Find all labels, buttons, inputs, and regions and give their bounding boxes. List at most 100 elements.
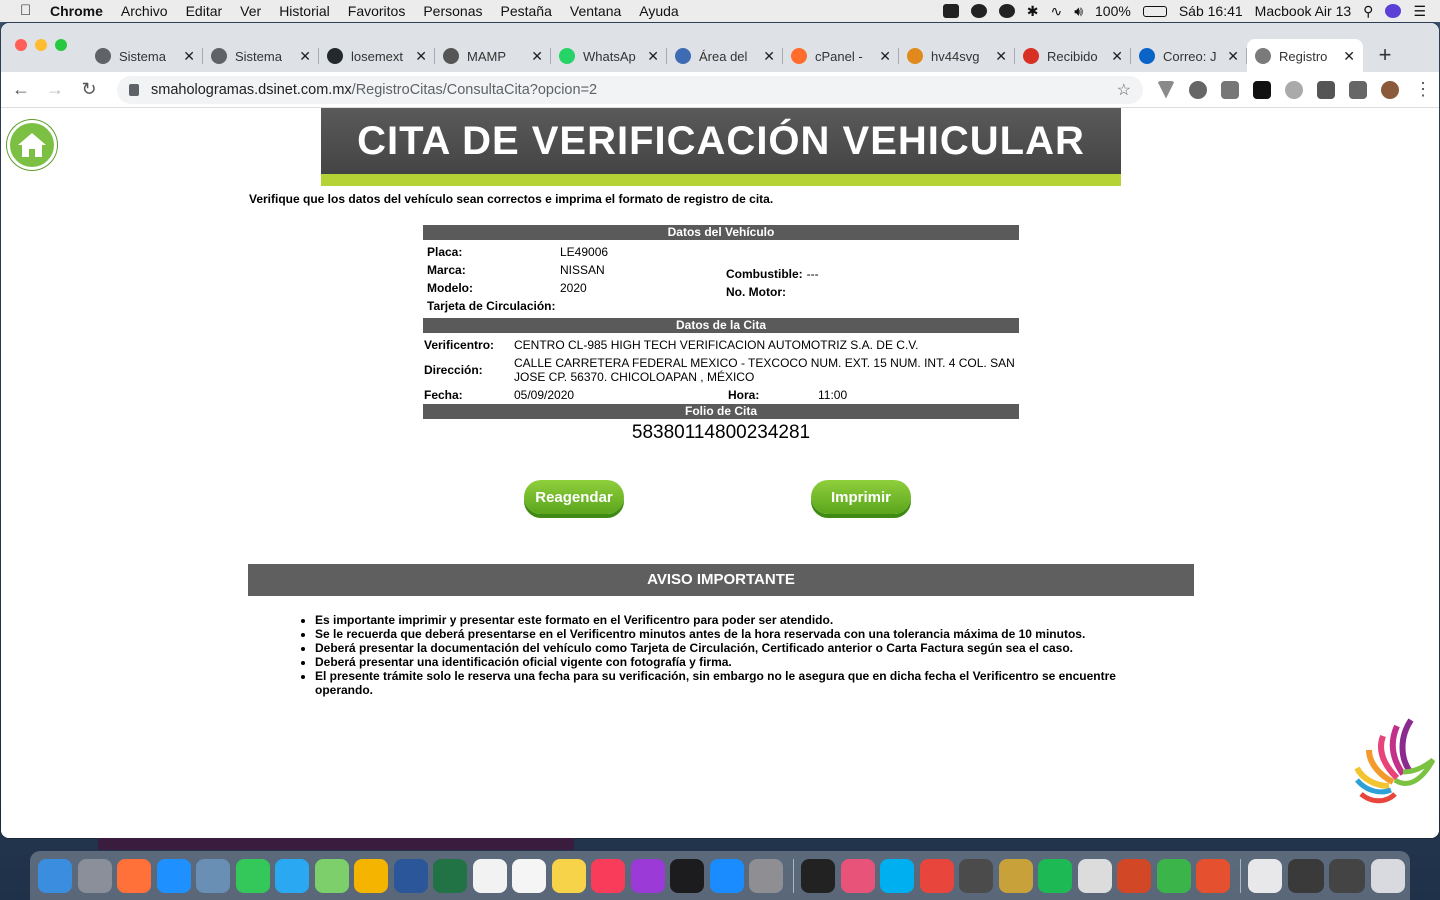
browser-tab[interactable]: MAMP ✕ — [435, 39, 551, 73]
podcasts-icon[interactable] — [630, 858, 665, 893]
menu-ayuda[interactable]: Ayuda — [639, 3, 678, 19]
finder-icon[interactable] — [38, 858, 72, 893]
close-tab-icon[interactable]: ✕ — [763, 48, 775, 65]
apple-icon[interactable]:  — [20, 3, 36, 19]
preview-icon[interactable] — [196, 858, 230, 893]
system-preferences-icon[interactable] — [749, 858, 783, 893]
browser-tab[interactable]: losemext ✕ — [319, 39, 435, 73]
utorrent-icon[interactable] — [1156, 858, 1191, 893]
spotify-icon[interactable] — [1038, 858, 1072, 893]
menu-personas[interactable]: Personas — [423, 3, 482, 19]
volume-icon[interactable]: 🔊︎ — [1074, 3, 1083, 20]
downloads-stack-icon[interactable] — [1248, 858, 1282, 893]
extension-circle-icon[interactable] — [1189, 80, 1207, 99]
status-app-icon[interactable] — [942, 4, 959, 18]
menu-archivo[interactable]: Archivo — [121, 3, 168, 19]
skype-icon[interactable] — [880, 858, 914, 893]
clock[interactable]: Sáb 16:41 — [1179, 3, 1243, 19]
close-tab-icon[interactable]: ✕ — [995, 48, 1007, 65]
media-queue-icon[interactable] — [1349, 80, 1367, 99]
notification-center-icon[interactable]: ☰ — [1413, 3, 1426, 20]
battery-percent[interactable]: 100% — [1095, 3, 1131, 19]
more-menu-icon[interactable]: ⋮ — [1409, 76, 1437, 104]
vue-devtools-icon[interactable] — [1157, 80, 1175, 99]
imprimir-button[interactable]: Imprimir — [811, 480, 911, 514]
browser-tab[interactable]: Sistema ✕ — [87, 39, 203, 73]
forklift-icon[interactable] — [998, 858, 1033, 893]
sublime-icon[interactable] — [959, 858, 993, 893]
creative-cloud-icon[interactable] — [1196, 858, 1230, 893]
close-tab-icon[interactable]: ✕ — [1111, 48, 1123, 65]
address-bar[interactable]: smahologramas.dsinet.com.mx/RegistroCita… — [117, 75, 1143, 104]
close-tab-icon[interactable]: ✕ — [1343, 48, 1355, 65]
maps-icon[interactable] — [314, 858, 349, 893]
reminders-icon[interactable] — [512, 858, 546, 893]
launchpad-icon[interactable] — [77, 858, 112, 893]
photos-icon[interactable] — [354, 858, 388, 893]
reload-button[interactable]: ↻ — [75, 76, 103, 104]
terminal-icon[interactable] — [801, 858, 835, 893]
notes-icon[interactable] — [551, 858, 586, 893]
browser-tab[interactable]: Área del ✕ — [667, 39, 783, 73]
wappalyzer-icon[interactable] — [1221, 80, 1239, 99]
trash-icon[interactable] — [1370, 858, 1405, 893]
wifi-icon[interactable]: ∿ — [1050, 3, 1062, 20]
close-tab-icon[interactable]: ✕ — [299, 48, 311, 65]
excel-icon[interactable] — [433, 858, 467, 893]
browser-tab[interactable]: WhatsAp ✕ — [551, 39, 667, 73]
browser-tab[interactable]: hv44svg ✕ — [899, 39, 1015, 73]
spotlight-icon[interactable]: ⚲ — [1363, 3, 1373, 20]
window-thumbnail[interactable] — [1329, 858, 1365, 893]
firefox-icon[interactable] — [117, 858, 151, 893]
profile-avatar[interactable] — [1381, 80, 1399, 99]
close-tab-icon[interactable]: ✕ — [647, 48, 659, 65]
browser-tab[interactable]: Recibido ✕ — [1015, 39, 1131, 73]
menu-editar[interactable]: Editar — [186, 3, 223, 19]
menu-app-name[interactable]: Chrome — [50, 3, 103, 19]
lock-icon[interactable] — [129, 83, 139, 96]
chrome-icon[interactable] — [919, 858, 954, 893]
close-tab-icon[interactable]: ✕ — [531, 48, 543, 65]
home-button[interactable] — [7, 120, 57, 170]
crown-extension-icon[interactable] — [1253, 80, 1271, 99]
calendar-icon[interactable] — [472, 858, 507, 893]
puzzle-icon[interactable] — [1317, 80, 1335, 99]
close-window-button[interactable] — [15, 39, 27, 51]
browser-tab[interactable]: cPanel - ✕ — [783, 39, 899, 73]
tv-icon[interactable] — [670, 858, 704, 893]
menu-ver[interactable]: Ver — [240, 3, 261, 19]
check-icon[interactable] — [998, 4, 1015, 18]
browser-tab[interactable]: Sistema ✕ — [203, 39, 319, 73]
appstore-icon[interactable] — [709, 858, 744, 893]
word-icon[interactable] — [393, 858, 428, 893]
zoom-window-button[interactable] — [55, 39, 67, 51]
messages-icon[interactable] — [275, 858, 309, 893]
browser-tab[interactable]: Registro ✕ — [1247, 39, 1363, 73]
music-icon[interactable] — [591, 858, 625, 893]
close-tab-icon[interactable]: ✕ — [183, 48, 195, 65]
back-button[interactable]: ← — [7, 76, 35, 104]
wordpress-icon[interactable] — [970, 4, 987, 18]
safari-icon[interactable] — [156, 858, 191, 893]
window-thumbnail[interactable] — [1287, 858, 1324, 893]
machine-name[interactable]: Macbook Air 13 — [1255, 3, 1352, 19]
facetime-icon[interactable] — [235, 858, 270, 893]
menu-pestana[interactable]: Pestaña — [501, 3, 552, 19]
bookmark-star-icon[interactable]: ☆ — [1117, 80, 1131, 100]
close-tab-icon[interactable]: ✕ — [415, 48, 427, 65]
reagendar-button[interactable]: Reagendar — [524, 480, 624, 514]
forward-button[interactable]: → — [41, 76, 69, 104]
mamp-icon[interactable] — [1077, 858, 1112, 893]
bluetooth-icon[interactable]: ✱ — [1027, 3, 1039, 20]
new-tab-button[interactable]: + — [1371, 41, 1399, 69]
close-tab-icon[interactable]: ✕ — [879, 48, 891, 65]
siri-icon[interactable] — [1385, 4, 1402, 18]
minimize-window-button[interactable] — [35, 39, 47, 51]
close-tab-icon[interactable]: ✕ — [1227, 48, 1239, 65]
zipper-icon[interactable] — [840, 858, 875, 893]
menu-ventana[interactable]: Ventana — [570, 3, 621, 19]
menu-historial[interactable]: Historial — [279, 3, 330, 19]
browser-tab[interactable]: Correo: J ✕ — [1131, 39, 1247, 73]
menu-favoritos[interactable]: Favoritos — [348, 3, 406, 19]
compass-extension-icon[interactable] — [1285, 80, 1303, 99]
